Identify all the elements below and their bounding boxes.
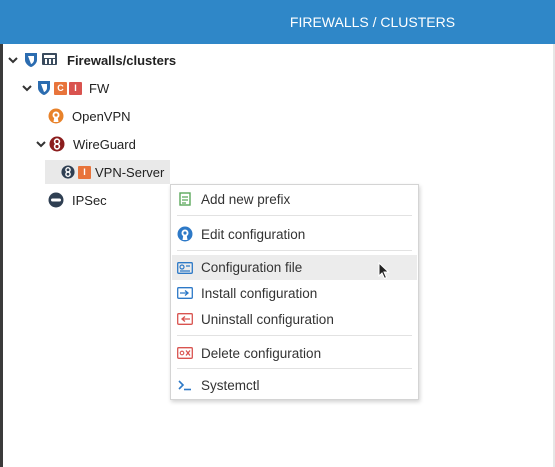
firewall-cluster-icon	[23, 52, 59, 68]
menu-item-label: Delete configuration	[201, 345, 322, 361]
context-menu: Add new prefix Edit configuration Config…	[170, 184, 419, 400]
tree-node-label: VPN-Server	[95, 164, 165, 180]
openvpn-icon	[48, 108, 64, 124]
tree-node-label: OpenVPN	[72, 108, 131, 124]
tree-node-fw[interactable]: C I FW	[20, 76, 109, 100]
tree-node-openvpn[interactable]: OpenVPN	[48, 104, 131, 128]
install-badge: I	[69, 81, 82, 95]
uninstall-icon	[177, 311, 193, 327]
tree-node-label: WireGuard	[73, 136, 136, 152]
menu-item-edit-configuration[interactable]: Edit configuration	[172, 222, 417, 246]
left-frame-border	[0, 44, 3, 467]
ipsec-icon	[48, 192, 64, 208]
shield-icon	[37, 80, 51, 96]
panel-title: FIREWALLS / CLUSTERS	[289, 14, 456, 30]
chevron-down-icon[interactable]	[6, 53, 20, 67]
menu-item-label: Uninstall configuration	[201, 311, 334, 327]
wireguard-icon	[61, 165, 75, 179]
delete-icon	[177, 345, 193, 361]
wireguard-icon	[49, 136, 65, 152]
add-prefix-icon	[177, 191, 193, 207]
install-badge: I	[78, 165, 91, 179]
menu-separator	[177, 368, 412, 369]
menu-item-label: Systemctl	[201, 377, 260, 393]
mouse-cursor-icon	[378, 261, 390, 285]
panel-header: FIREWALLS / CLUSTERS	[0, 0, 555, 44]
tree-node-vpn-server[interactable]: I VPN-Server	[45, 160, 171, 184]
tree-node-label: FW	[89, 80, 110, 96]
menu-item-systemctl[interactable]: Systemctl	[172, 373, 417, 397]
menu-item-add-new-prefix[interactable]: Add new prefix	[172, 187, 417, 211]
tree-node-firewalls-clusters[interactable]: Firewalls/clusters	[6, 48, 176, 72]
menu-item-label: Add new prefix	[201, 191, 291, 207]
tree-node-label: Firewalls/clusters	[67, 52, 177, 68]
menu-separator	[177, 250, 412, 251]
menu-separator	[177, 215, 412, 216]
cluster-badge: C	[54, 81, 67, 95]
chevron-down-icon[interactable]	[34, 137, 48, 151]
menu-item-label: Install configuration	[201, 285, 318, 301]
menu-separator	[177, 335, 412, 336]
menu-item-label: Edit configuration	[201, 226, 306, 242]
openvpn-icon	[177, 226, 193, 242]
install-icon	[177, 285, 193, 301]
chevron-down-icon[interactable]	[20, 81, 34, 95]
config-file-icon	[177, 260, 193, 276]
tree-node-label: IPSec	[72, 192, 107, 208]
tree-node-wireguard[interactable]: WireGuard	[34, 132, 136, 156]
menu-item-delete-configuration[interactable]: Delete configuration	[172, 341, 417, 365]
menu-item-label: Configuration file	[201, 260, 303, 275]
terminal-icon	[177, 377, 193, 393]
tree-node-ipsec[interactable]: IPSec	[48, 188, 107, 212]
menu-item-uninstall-configuration[interactable]: Uninstall configuration	[172, 307, 417, 331]
